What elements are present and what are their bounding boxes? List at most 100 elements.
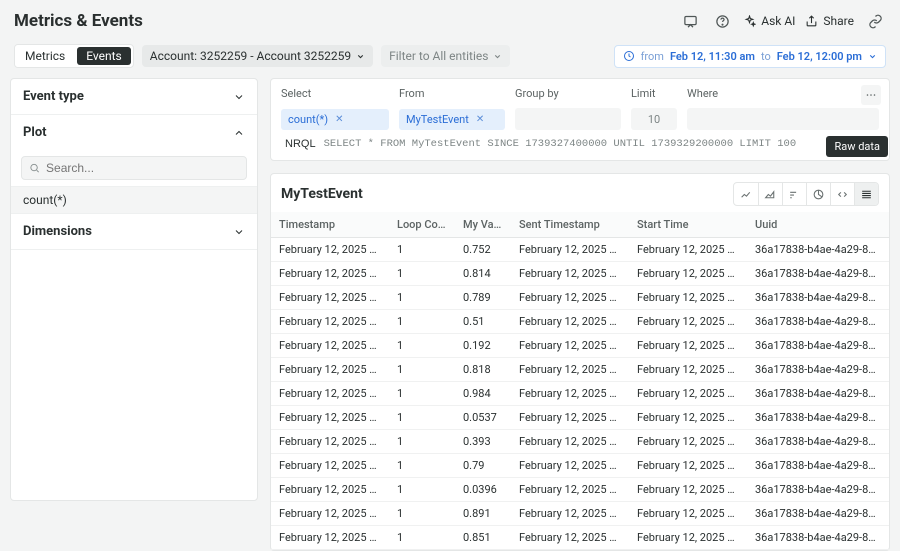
account-picker[interactable]: Account: 3252259 - Account 3252259 — [142, 45, 373, 67]
ask-ai-label: Ask AI — [761, 14, 795, 28]
cell-loop_count: 1 — [389, 454, 455, 478]
table-row[interactable]: February 12, 2025 11:50:0010.0537Februar… — [271, 406, 889, 430]
close-icon[interactable]: ✕ — [476, 114, 484, 125]
cell-sent_timestamp: February 12, 2025 11:13:00 — [511, 382, 629, 406]
table-row[interactable]: February 12, 2025 11:47:0010.0396Februar… — [271, 478, 889, 502]
cell-uuid: 36a17838-b4ae-4a29-8958-822 — [747, 430, 889, 454]
content: Select From Group by Limit Where count(*… — [270, 78, 890, 501]
cell-loop_count: 1 — [389, 406, 455, 430]
cell-sent_timestamp: February 12, 2025 11:13:00 — [511, 430, 629, 454]
cell-uuid: 36a17838-b4ae-4a29-8958-822 — [747, 358, 889, 382]
cell-my_value: 0.0537 — [455, 406, 511, 430]
col-my-value[interactable]: My Value — [455, 212, 511, 238]
cell-loop_count: 1 — [389, 526, 455, 550]
feedback-icon[interactable] — [679, 10, 701, 32]
select-chip-label: count(*) — [288, 113, 328, 126]
table-row[interactable]: February 12, 2025 11:56:0010.814February… — [271, 262, 889, 286]
toolbar-left: Metrics Events Account: 3252259 - Accoun… — [14, 44, 510, 68]
cell-sent_timestamp: February 12, 2025 11:13:00 — [511, 262, 629, 286]
toolbar: Metrics Events Account: 3252259 - Accoun… — [0, 40, 900, 78]
table-row[interactable]: February 12, 2025 11:53:0010.192February… — [271, 334, 889, 358]
cell-timestamp: February 12, 2025 11:54:00 — [271, 310, 389, 334]
section-dimensions[interactable]: Dimensions — [11, 214, 257, 250]
cell-my_value: 0.984 — [455, 382, 511, 406]
cell-uuid: 36a17838-b4ae-4a29-8958-822 — [747, 502, 889, 526]
results-header: MyTestEvent — [271, 174, 889, 212]
cell-loop_count: 1 — [389, 310, 455, 334]
cell-uuid: 36a17838-b4ae-4a29-8958-822 — [747, 262, 889, 286]
cell-start_time: February 12, 2025 11:13:00 — [629, 430, 747, 454]
raw-data-tooltip: Raw data — [826, 136, 888, 157]
time-to: Feb 12, 12:00 pm — [777, 50, 862, 63]
permalink-icon[interactable] — [864, 10, 886, 32]
select-chip[interactable]: count(*) ✕ — [281, 109, 389, 130]
search-input-wrapper[interactable] — [21, 156, 247, 180]
tab-events[interactable]: Events — [77, 47, 131, 65]
section-plot[interactable]: Plot — [11, 115, 257, 150]
cell-loop_count: 1 — [389, 358, 455, 382]
cell-start_time: February 12, 2025 11:13:00 — [629, 334, 747, 358]
cell-sent_timestamp: February 12, 2025 11:13:00 — [511, 478, 629, 502]
cell-sent_timestamp: February 12, 2025 11:13:00 — [511, 238, 629, 262]
sidebar: Event type Plot count(*) Dimensions — [10, 78, 258, 501]
query-more-menu[interactable] — [861, 85, 881, 105]
where-slot[interactable] — [687, 108, 879, 130]
cell-uuid: 36a17838-b4ae-4a29-8958-822 — [747, 526, 889, 550]
chart-type-area[interactable] — [758, 183, 782, 205]
table-row[interactable]: February 12, 2025 11:51:0010.984February… — [271, 382, 889, 406]
col-uuid[interactable]: Uuid — [747, 212, 889, 238]
cell-timestamp: February 12, 2025 11:46:00 — [271, 502, 389, 526]
cell-start_time: February 12, 2025 11:13:00 — [629, 526, 747, 550]
entity-filter[interactable]: Filter to All entities — [381, 45, 510, 67]
code-icon — [836, 188, 849, 201]
col-start-time[interactable]: Start Time — [629, 212, 747, 238]
table-row[interactable]: February 12, 2025 11:48:0010.79February … — [271, 454, 889, 478]
cell-start_time: February 12, 2025 11:13:00 — [629, 310, 747, 334]
col-timestamp[interactable]: Timestamp — [271, 212, 389, 238]
cell-sent_timestamp: February 12, 2025 11:13:00 — [511, 358, 629, 382]
groupby-slot[interactable] — [515, 108, 621, 130]
table-row[interactable]: February 12, 2025 11:46:0010.891February… — [271, 502, 889, 526]
chart-type-line[interactable] — [734, 183, 758, 205]
from-chip[interactable]: MyTestEvent ✕ — [399, 109, 505, 130]
cell-sent_timestamp: February 12, 2025 11:13:00 — [511, 502, 629, 526]
tab-metrics[interactable]: Metrics — [15, 45, 75, 67]
cell-start_time: February 12, 2025 11:13:00 — [629, 382, 747, 406]
plot-item-count[interactable]: count(*) — [11, 186, 257, 214]
limit-slot[interactable]: 10 — [631, 108, 677, 130]
ask-ai-button[interactable]: Ask AI — [743, 14, 795, 28]
chart-type-json[interactable] — [830, 183, 854, 205]
table-row[interactable]: February 12, 2025 11:45:0010.851February… — [271, 526, 889, 550]
cell-timestamp: February 12, 2025 11:56:00 — [271, 262, 389, 286]
limit-value: 10 — [648, 113, 660, 126]
table-row[interactable]: February 12, 2025 11:57:0010.752February… — [271, 238, 889, 262]
cell-uuid: 36a17838-b4ae-4a29-8958-822 — [747, 478, 889, 502]
clock-icon — [623, 50, 635, 62]
cell-my_value: 0.752 — [455, 238, 511, 262]
section-event-type[interactable]: Event type — [11, 79, 257, 115]
share-button[interactable]: Share — [805, 14, 854, 28]
chart-type-raw-data[interactable] — [854, 183, 878, 205]
table-row[interactable]: February 12, 2025 11:52:0010.818February… — [271, 358, 889, 382]
col-sent-timestamp[interactable]: Sent Timestamp — [511, 212, 629, 238]
cell-my_value: 0.891 — [455, 502, 511, 526]
table-row[interactable]: February 12, 2025 11:55:0010.789February… — [271, 286, 889, 310]
cell-my_value: 0.851 — [455, 526, 511, 550]
close-icon[interactable]: ✕ — [335, 114, 343, 125]
help-icon[interactable] — [711, 10, 733, 32]
chart-type-bar[interactable] — [782, 183, 806, 205]
cell-loop_count: 1 — [389, 502, 455, 526]
col-loop-count[interactable]: Loop Count — [389, 212, 455, 238]
section-label: Dimensions — [23, 224, 92, 239]
account-label: Account: 3252259 - Account 3252259 — [150, 49, 351, 63]
table-row[interactable]: February 12, 2025 11:54:0010.51February … — [271, 310, 889, 334]
cell-start_time: February 12, 2025 11:13:00 — [629, 238, 747, 262]
results-table: Timestamp Loop Count My Value Sent Times… — [271, 212, 889, 550]
table-row[interactable]: February 12, 2025 11:49:0010.393February… — [271, 430, 889, 454]
time-to-prefix: to — [761, 50, 771, 63]
time-range-picker[interactable]: from Feb 12, 11:30 am to Feb 12, 12:00 p… — [614, 45, 886, 68]
search-input[interactable] — [46, 161, 239, 175]
cell-timestamp: February 12, 2025 11:51:00 — [271, 382, 389, 406]
cell-start_time: February 12, 2025 11:13:00 — [629, 358, 747, 382]
chart-type-pie[interactable] — [806, 183, 830, 205]
